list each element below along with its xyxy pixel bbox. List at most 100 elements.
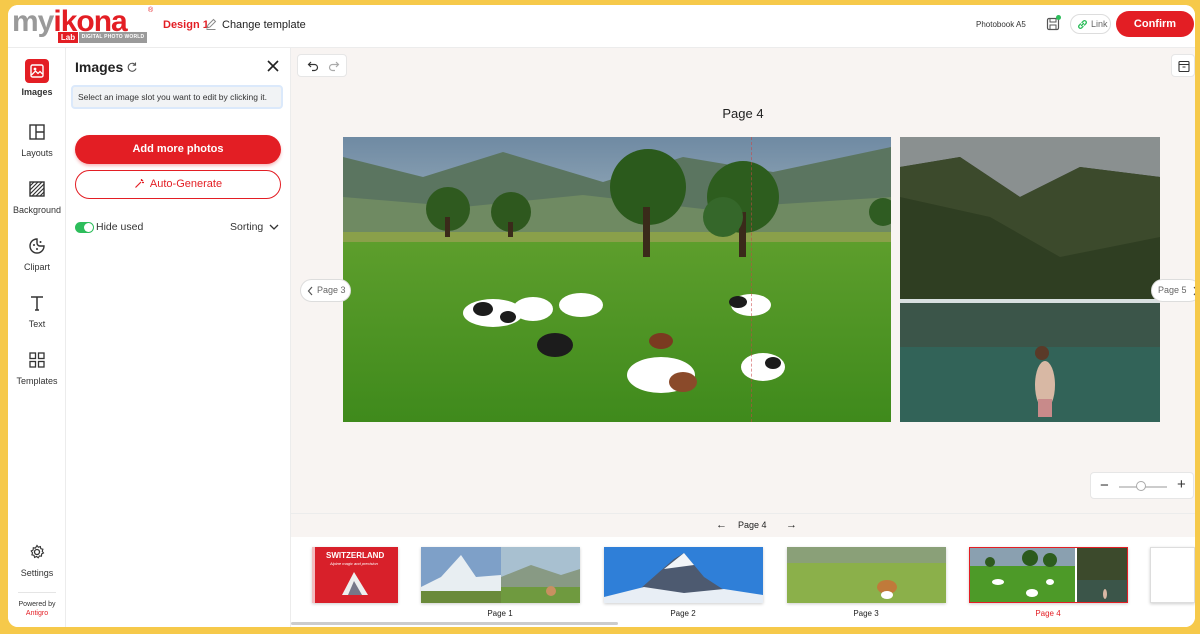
powered-by-brand[interactable]: Antigro xyxy=(8,609,66,618)
thumbnail-label: Page 3 xyxy=(853,609,879,618)
rail-label: Settings xyxy=(20,568,54,578)
page-navigation: ← Page 4 → xyxy=(291,513,1195,537)
powered-by-text: Powered by xyxy=(18,601,56,608)
page-title: Page 4 xyxy=(722,106,764,121)
product-name: Photobook A5 xyxy=(976,20,1026,29)
myikona-logo[interactable]: myikona ® Lab DIGITAL PHOTO WORLD xyxy=(12,5,154,45)
link-icon xyxy=(1078,20,1087,29)
link-label: Link xyxy=(1091,19,1108,29)
top-bar: myikona ® Lab DIGITAL PHOTO WORLD Design… xyxy=(8,5,1195,48)
hide-used-toggle[interactable] xyxy=(75,222,94,233)
hide-used-label: Hide used xyxy=(96,221,144,233)
auto-generate-button[interactable]: Auto-Generate xyxy=(75,170,281,199)
next-page-arrow-icon[interactable]: → xyxy=(786,519,797,531)
rail-label: Images xyxy=(21,87,53,97)
redo-icon[interactable] xyxy=(328,60,340,72)
rail-item-templates[interactable]: Templates xyxy=(8,348,66,386)
pencil-icon[interactable] xyxy=(205,17,217,31)
page-1-preview xyxy=(421,547,580,603)
next-page-button[interactable]: Page 5 xyxy=(1151,279,1195,302)
change-template-link[interactable]: Change template xyxy=(222,19,306,31)
archive-icon xyxy=(1178,60,1190,73)
close-icon[interactable] xyxy=(266,59,280,73)
thumbnails-scrollbar[interactable] xyxy=(291,622,618,625)
thumbnail-page-2[interactable] xyxy=(604,547,763,603)
layout-icon xyxy=(29,124,45,140)
cover-mountain-image xyxy=(342,572,368,595)
undo-icon[interactable] xyxy=(307,60,319,72)
rail-item-background[interactable]: Background xyxy=(8,177,66,215)
images-panel: Images Select an image slot you want to … xyxy=(66,48,291,627)
next-page-label: Page 5 xyxy=(1158,285,1187,295)
share-link-button[interactable]: Link xyxy=(1070,14,1111,34)
image-icon xyxy=(25,59,49,83)
saved-status-dot xyxy=(1056,15,1061,20)
logo-tagline: DIGITAL PHOTO WORLD xyxy=(79,32,147,43)
thumbnail-label: Page 1 xyxy=(487,609,513,618)
chevron-down-icon[interactable] xyxy=(269,223,279,231)
hint-message: Select an image slot you want to edit by… xyxy=(71,85,283,109)
zoom-slider-handle[interactable] xyxy=(1136,481,1146,491)
thumbnail-label: Page 4 xyxy=(1035,609,1061,618)
rail-label: Clipart xyxy=(23,262,50,272)
design-name[interactable]: Design 1 xyxy=(163,19,209,31)
page-2-preview xyxy=(604,547,763,603)
background-icon xyxy=(29,181,45,197)
magic-wand-icon xyxy=(134,179,144,188)
confirm-button[interactable]: Confirm xyxy=(1116,11,1194,37)
preview-button[interactable] xyxy=(1171,54,1195,77)
auto-generate-label: Auto-Generate xyxy=(149,178,223,190)
rail-label: Background xyxy=(12,205,62,215)
rail-label: Text xyxy=(28,319,46,329)
thumbnail-page-3[interactable] xyxy=(787,547,946,603)
logo-lab: Lab xyxy=(58,32,78,43)
cows-photo xyxy=(343,137,891,422)
zoom-in-button[interactable]: + xyxy=(1177,476,1186,493)
rail-item-layouts[interactable]: Layouts xyxy=(8,120,66,158)
page-3-preview xyxy=(787,547,946,603)
rail-divider xyxy=(18,592,56,593)
gear-icon xyxy=(30,544,45,559)
zoom-out-button[interactable]: − xyxy=(1100,477,1109,494)
logo-registered-mark: ® xyxy=(148,7,154,14)
photo-slot-lake[interactable] xyxy=(900,137,1160,422)
refresh-icon[interactable] xyxy=(126,61,138,73)
current-page-label: Page 4 xyxy=(738,520,767,530)
rail-label: Templates xyxy=(16,376,58,386)
rail-item-images[interactable]: Images xyxy=(8,59,66,97)
sorting-dropdown[interactable]: Sorting xyxy=(230,221,263,233)
rail-label: Layouts xyxy=(21,148,53,158)
app-window: myikona ® Lab DIGITAL PHOTO WORLD Design… xyxy=(8,5,1195,627)
page-thumbnails: SWITZERLAND Alpine magic and precision P… xyxy=(291,537,1195,627)
history-controls xyxy=(297,54,347,77)
thumbnail-cover[interactable]: SWITZERLAND Alpine magic and precision xyxy=(312,547,398,603)
logo-word-my: my xyxy=(12,5,54,38)
chevron-left-icon xyxy=(307,286,313,296)
rail-item-settings[interactable]: Settings xyxy=(8,540,66,578)
page-fold-line xyxy=(751,137,752,422)
photo-slot-cows[interactable] xyxy=(343,137,891,422)
rail-item-text[interactable]: Text xyxy=(8,291,66,329)
cover-title: SWITZERLAND xyxy=(326,551,385,560)
templates-icon xyxy=(29,352,45,368)
thumbnail-page-1[interactable] xyxy=(421,547,580,603)
thumbnail-page-5[interactable] xyxy=(1150,547,1195,603)
cover-subtitle: Alpine magic and precision xyxy=(330,561,378,566)
panel-title: Images xyxy=(75,59,124,75)
zoom-control: − + xyxy=(1090,472,1194,499)
page-4-preview xyxy=(970,548,1127,602)
tool-rail: Images Layouts Background Clipart Text T… xyxy=(8,48,66,627)
lake-photo xyxy=(900,137,1160,422)
prev-page-button[interactable]: Page 3 xyxy=(300,279,351,302)
editor-canvas: Page 4 Page 3 Page 5 − + xyxy=(291,48,1195,513)
add-photos-button[interactable]: Add more photos xyxy=(75,135,281,164)
thumbnail-label: Page 2 xyxy=(670,609,696,618)
prev-page-label: Page 3 xyxy=(317,285,346,295)
clipart-icon xyxy=(29,238,45,254)
powered-by: Powered by Antigro xyxy=(8,600,66,618)
thumbnail-page-4[interactable] xyxy=(969,547,1128,603)
prev-page-arrow-icon[interactable]: ← xyxy=(716,519,727,531)
text-icon xyxy=(31,296,43,311)
rail-item-clipart[interactable]: Clipart xyxy=(8,234,66,272)
cover-spine xyxy=(312,547,315,603)
